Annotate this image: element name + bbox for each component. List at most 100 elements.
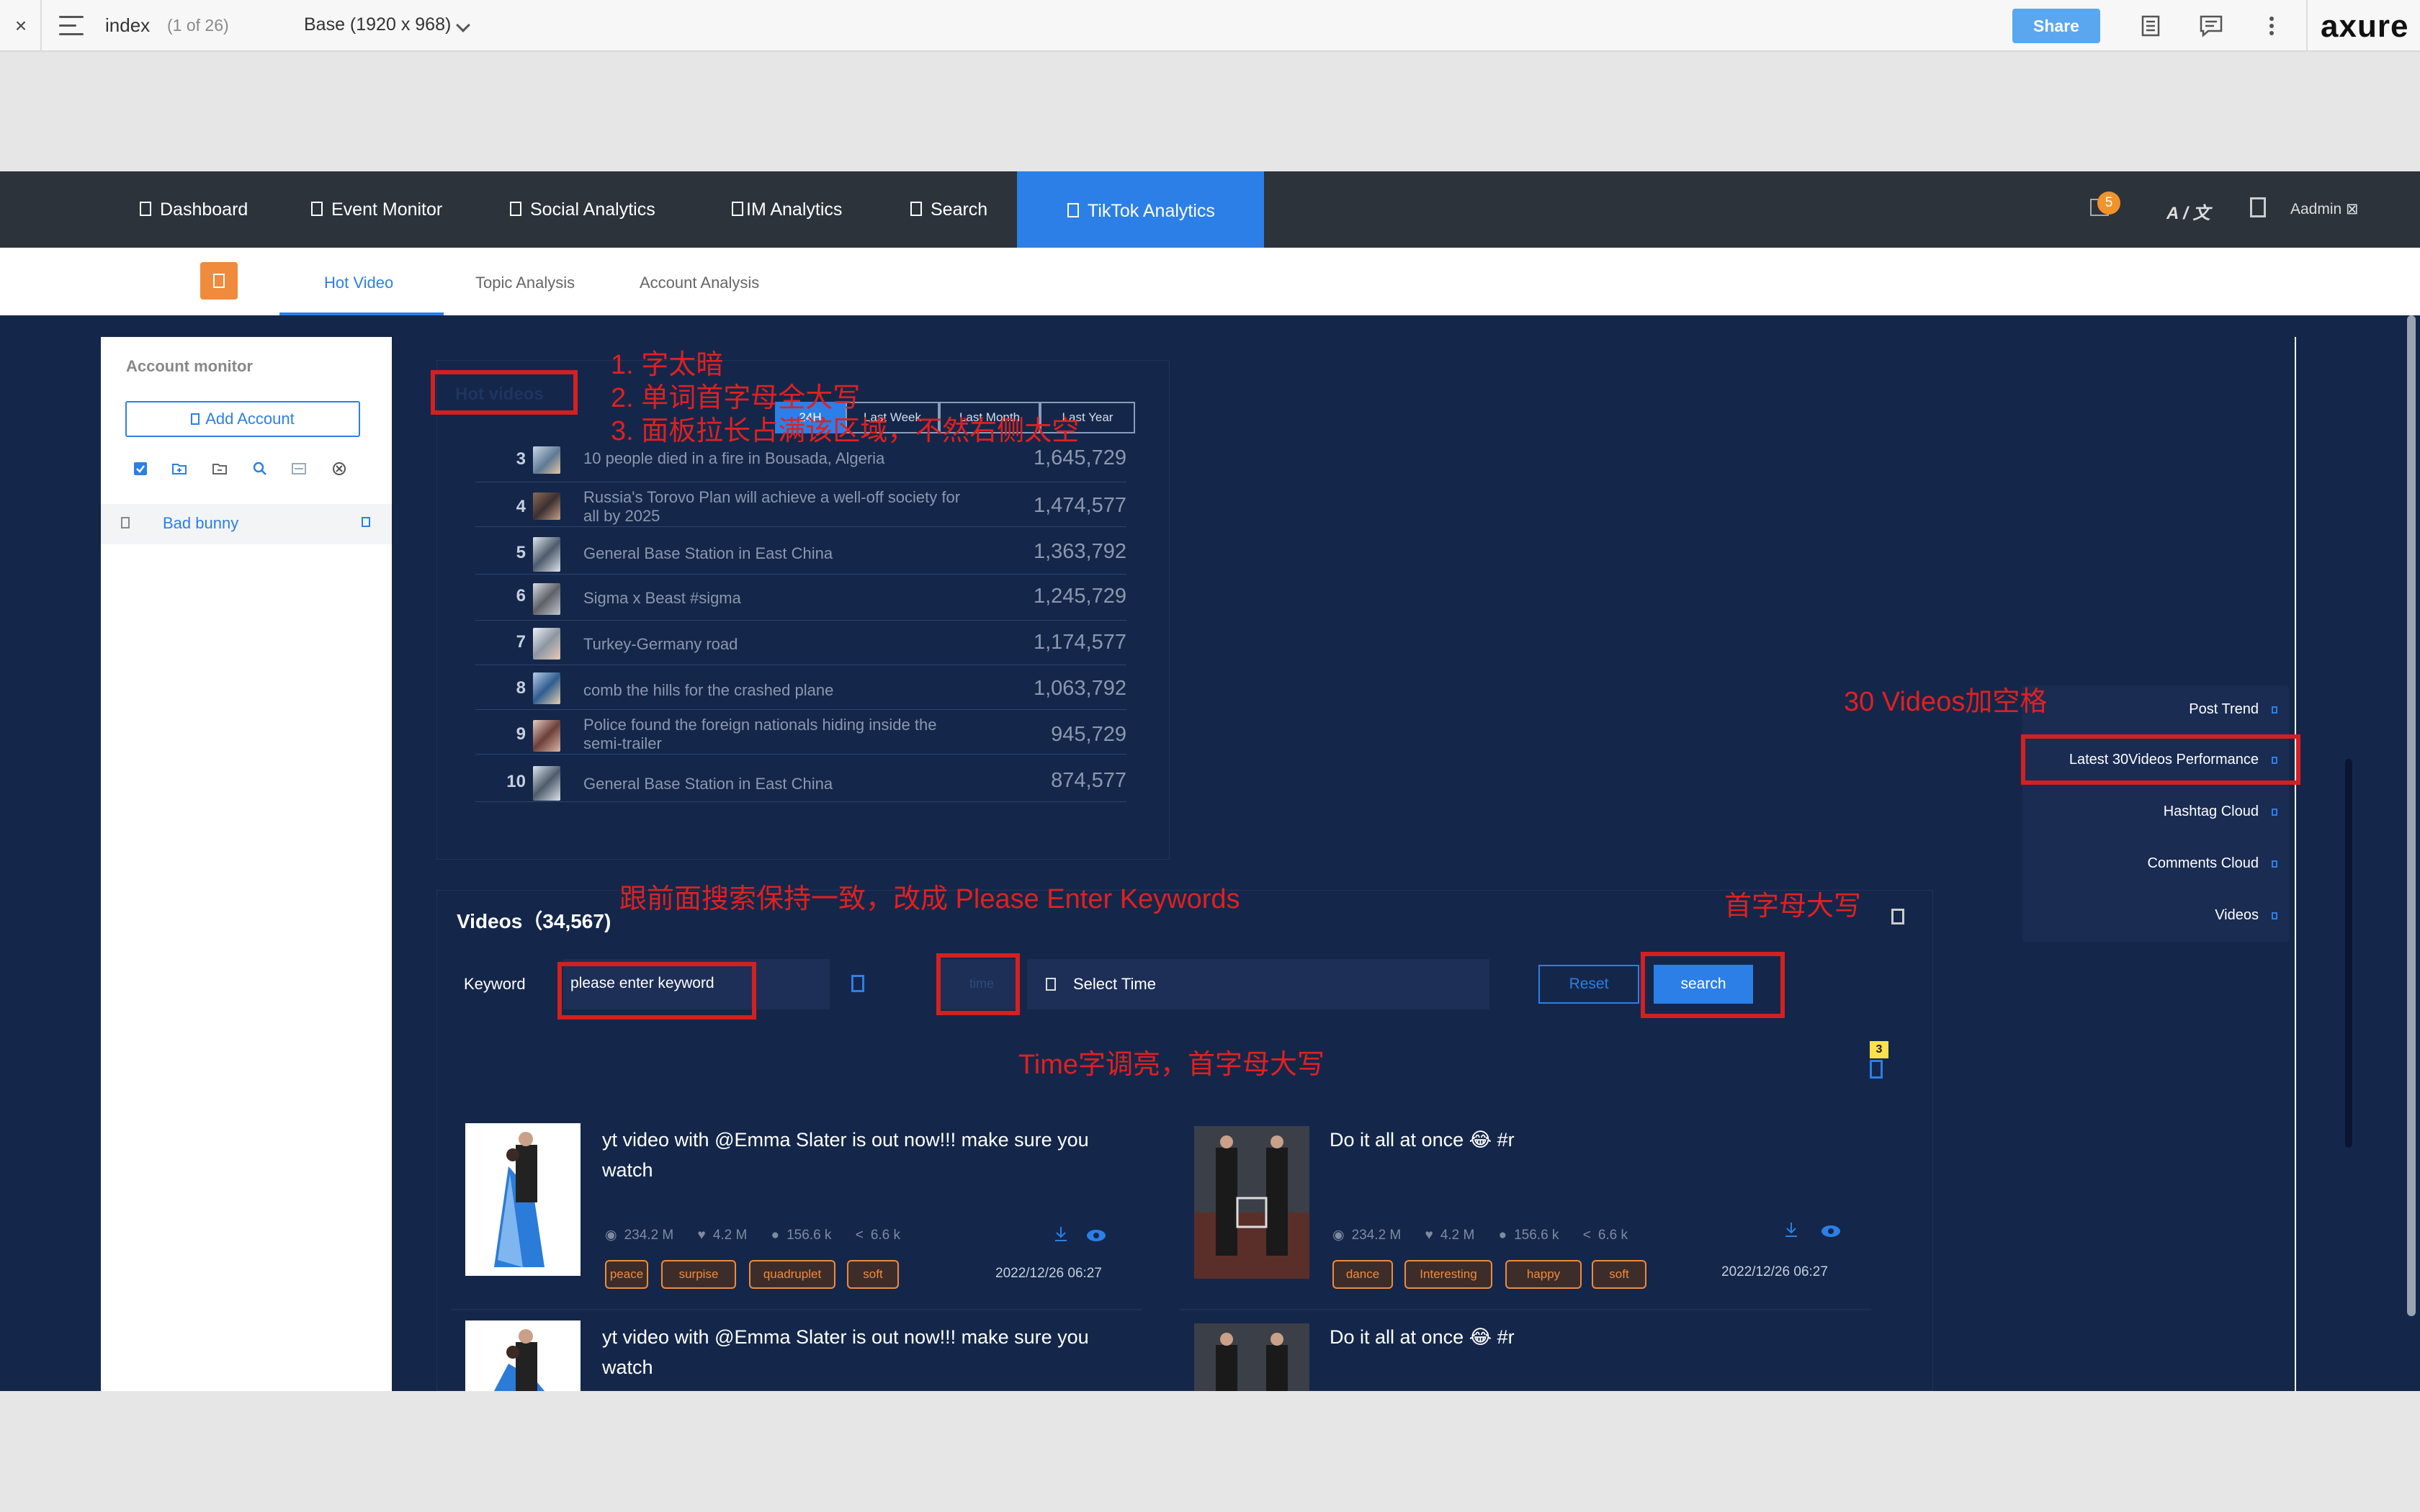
tab-hot-video[interactable]: Hot Video — [324, 274, 393, 292]
tag[interactable]: surpise — [661, 1260, 736, 1289]
page-scrollbar[interactable] — [2407, 315, 2416, 1316]
tag[interactable]: peace — [605, 1260, 648, 1289]
comment-icon: ● — [1498, 1228, 1507, 1243]
annotation-text: 跟前面搜索保持一致，改成 Please Enter Keywords — [619, 884, 1240, 914]
menu-videos[interactable]: Videos — [2022, 907, 2277, 924]
share-button[interactable]: Share — [2012, 9, 2100, 43]
annotation-box-search — [1641, 952, 1785, 1018]
tag[interactable]: Interesting — [1404, 1260, 1492, 1289]
tag[interactable]: soft — [847, 1260, 899, 1289]
video-thumbnail[interactable] — [1194, 1323, 1309, 1391]
user-menu[interactable]: Aadmin ⊠ — [2290, 200, 2359, 218]
video-thumbnail[interactable] — [1194, 1126, 1309, 1279]
row-divider — [475, 754, 1126, 755]
calendar-icon — [1046, 978, 1056, 991]
eye-icon[interactable] — [1086, 1228, 1106, 1243]
annotation-box-keyword — [557, 962, 756, 1020]
menu-icon[interactable] — [59, 16, 84, 36]
search-icon[interactable] — [252, 461, 268, 477]
user-avatar-icon[interactable] — [2250, 197, 2266, 217]
video-title[interactable]: yt video with @Emma Slater is out now!!!… — [602, 1322, 1128, 1382]
annotation-text: 首字母大写 — [1724, 891, 1862, 922]
result-count-badge: 3 — [1870, 1041, 1888, 1058]
event-monitor-icon — [311, 202, 323, 217]
nav-tiktok-analytics[interactable]: TikTok Analytics — [1067, 173, 1215, 249]
video-title[interactable]: Do it all at once 😂 #r — [1330, 1125, 1704, 1155]
annotation-box-menu — [2021, 734, 2300, 785]
row-divider — [475, 526, 1126, 527]
image-icon[interactable] — [291, 461, 307, 477]
folder-icon[interactable] — [212, 461, 228, 477]
annotation-box-time — [936, 953, 1020, 1015]
tab-account-analysis[interactable]: Account Analysis — [640, 274, 759, 292]
heart-icon: ♥ — [697, 1228, 706, 1243]
video-thumbnail — [533, 492, 560, 520]
heart-icon: ♥ — [1425, 1228, 1433, 1243]
video-thumbnail — [533, 583, 560, 615]
video-thumbnail — [533, 537, 560, 572]
download-icon[interactable] — [1053, 1225, 1069, 1243]
account-action-icon[interactable] — [362, 517, 370, 527]
eye-icon[interactable] — [1821, 1224, 1841, 1238]
video-stats: ◉ 234.2 M ♥ 4.2 M ● 156.6 k <6.6 k — [605, 1227, 920, 1243]
language-toggle[interactable]: A / 文 — [2166, 199, 2210, 224]
toolbar-divider — [40, 0, 42, 52]
page-count: (1 of 26) — [167, 16, 229, 35]
tab-topic-analysis[interactable]: Topic Analysis — [475, 274, 575, 292]
tag[interactable]: dance — [1332, 1260, 1393, 1289]
reset-button[interactable]: Reset — [1538, 965, 1639, 1004]
view-count: 1,474,577 — [1033, 494, 1126, 517]
account-list-item[interactable] — [101, 504, 392, 544]
page-bottom-margin — [0, 1391, 2420, 1512]
toolbar-divider — [2306, 0, 2308, 52]
view-count: 1,245,729 — [1033, 585, 1126, 608]
menu-dot-icon — [2272, 808, 2277, 816]
download-icon[interactable] — [1783, 1221, 1799, 1238]
video-stats: ◉ 234.2 M ♥ 4.2 M ● 156.6 k <6.6 k — [1332, 1227, 1648, 1243]
likes-stat: ♥ 4.2 M — [1425, 1228, 1475, 1243]
comments-stat: ● 156.6 k — [771, 1228, 832, 1243]
close-circle-icon[interactable] — [331, 461, 347, 477]
shares-stat: <6.6 k — [1582, 1228, 1628, 1243]
menu-hashtag-cloud[interactable]: Hashtag Cloud — [2022, 804, 2277, 820]
selection-icon[interactable] — [1870, 1060, 1883, 1079]
checkbox-icon[interactable] — [133, 461, 148, 477]
add-account-button[interactable]: Add Account — [125, 401, 360, 437]
video-thumbnail[interactable] — [465, 1320, 581, 1391]
comment-icon: ● — [771, 1228, 780, 1243]
tag[interactable]: soft — [1592, 1260, 1646, 1289]
axure-logo: axure — [2321, 9, 2409, 44]
video-date: 2022/12/26 06:27 — [995, 1266, 1102, 1281]
tag[interactable]: happy — [1505, 1260, 1582, 1289]
keyword-option-icon[interactable] — [851, 975, 864, 992]
nav-search[interactable]: Search — [910, 171, 987, 248]
tag[interactable]: quadruplet — [749, 1260, 835, 1289]
video-title[interactable]: yt video with @Emma Slater is out now!!!… — [602, 1125, 1128, 1185]
video-title[interactable]: Do it all at once 😂 #r — [1330, 1322, 1704, 1352]
account-name[interactable]: Bad bunny — [163, 514, 238, 533]
comment-icon[interactable] — [2198, 13, 2224, 39]
video-thumbnail — [533, 766, 560, 801]
panel-close-icon[interactable] — [1891, 909, 1904, 924]
rank: 3 — [516, 449, 526, 469]
close-icon[interactable]: × — [10, 13, 32, 39]
add-folder-icon[interactable] — [171, 461, 187, 477]
video-title: Turkey-Germany road — [583, 635, 738, 653]
notes-icon[interactable] — [2138, 13, 2164, 39]
add-icon — [191, 413, 200, 425]
nav-dashboard[interactable]: Dashboard — [140, 171, 248, 248]
more-icon[interactable] — [2259, 13, 2285, 39]
nav-social-analytics[interactable]: Social Analytics — [510, 171, 655, 248]
nav-im-analytics[interactable]: IM Analytics — [732, 171, 842, 248]
video-thumbnail[interactable] — [465, 1123, 581, 1276]
nav-event-monitor[interactable]: Event Monitor — [311, 171, 442, 248]
rank: 8 — [516, 678, 526, 698]
breakpoint-select[interactable]: Base (1920 x 968) — [304, 14, 451, 35]
inner-scrollbar[interactable] — [2345, 759, 2352, 1148]
sidebar-title: Account monitor — [126, 357, 253, 375]
keyword-label: Keyword — [464, 975, 526, 993]
rank: 6 — [516, 586, 526, 606]
eye-icon: ◉ — [1332, 1228, 1345, 1243]
menu-post-trend[interactable]: Post Trend — [2022, 701, 2277, 718]
menu-comments-cloud[interactable]: Comments Cloud — [2022, 855, 2277, 872]
